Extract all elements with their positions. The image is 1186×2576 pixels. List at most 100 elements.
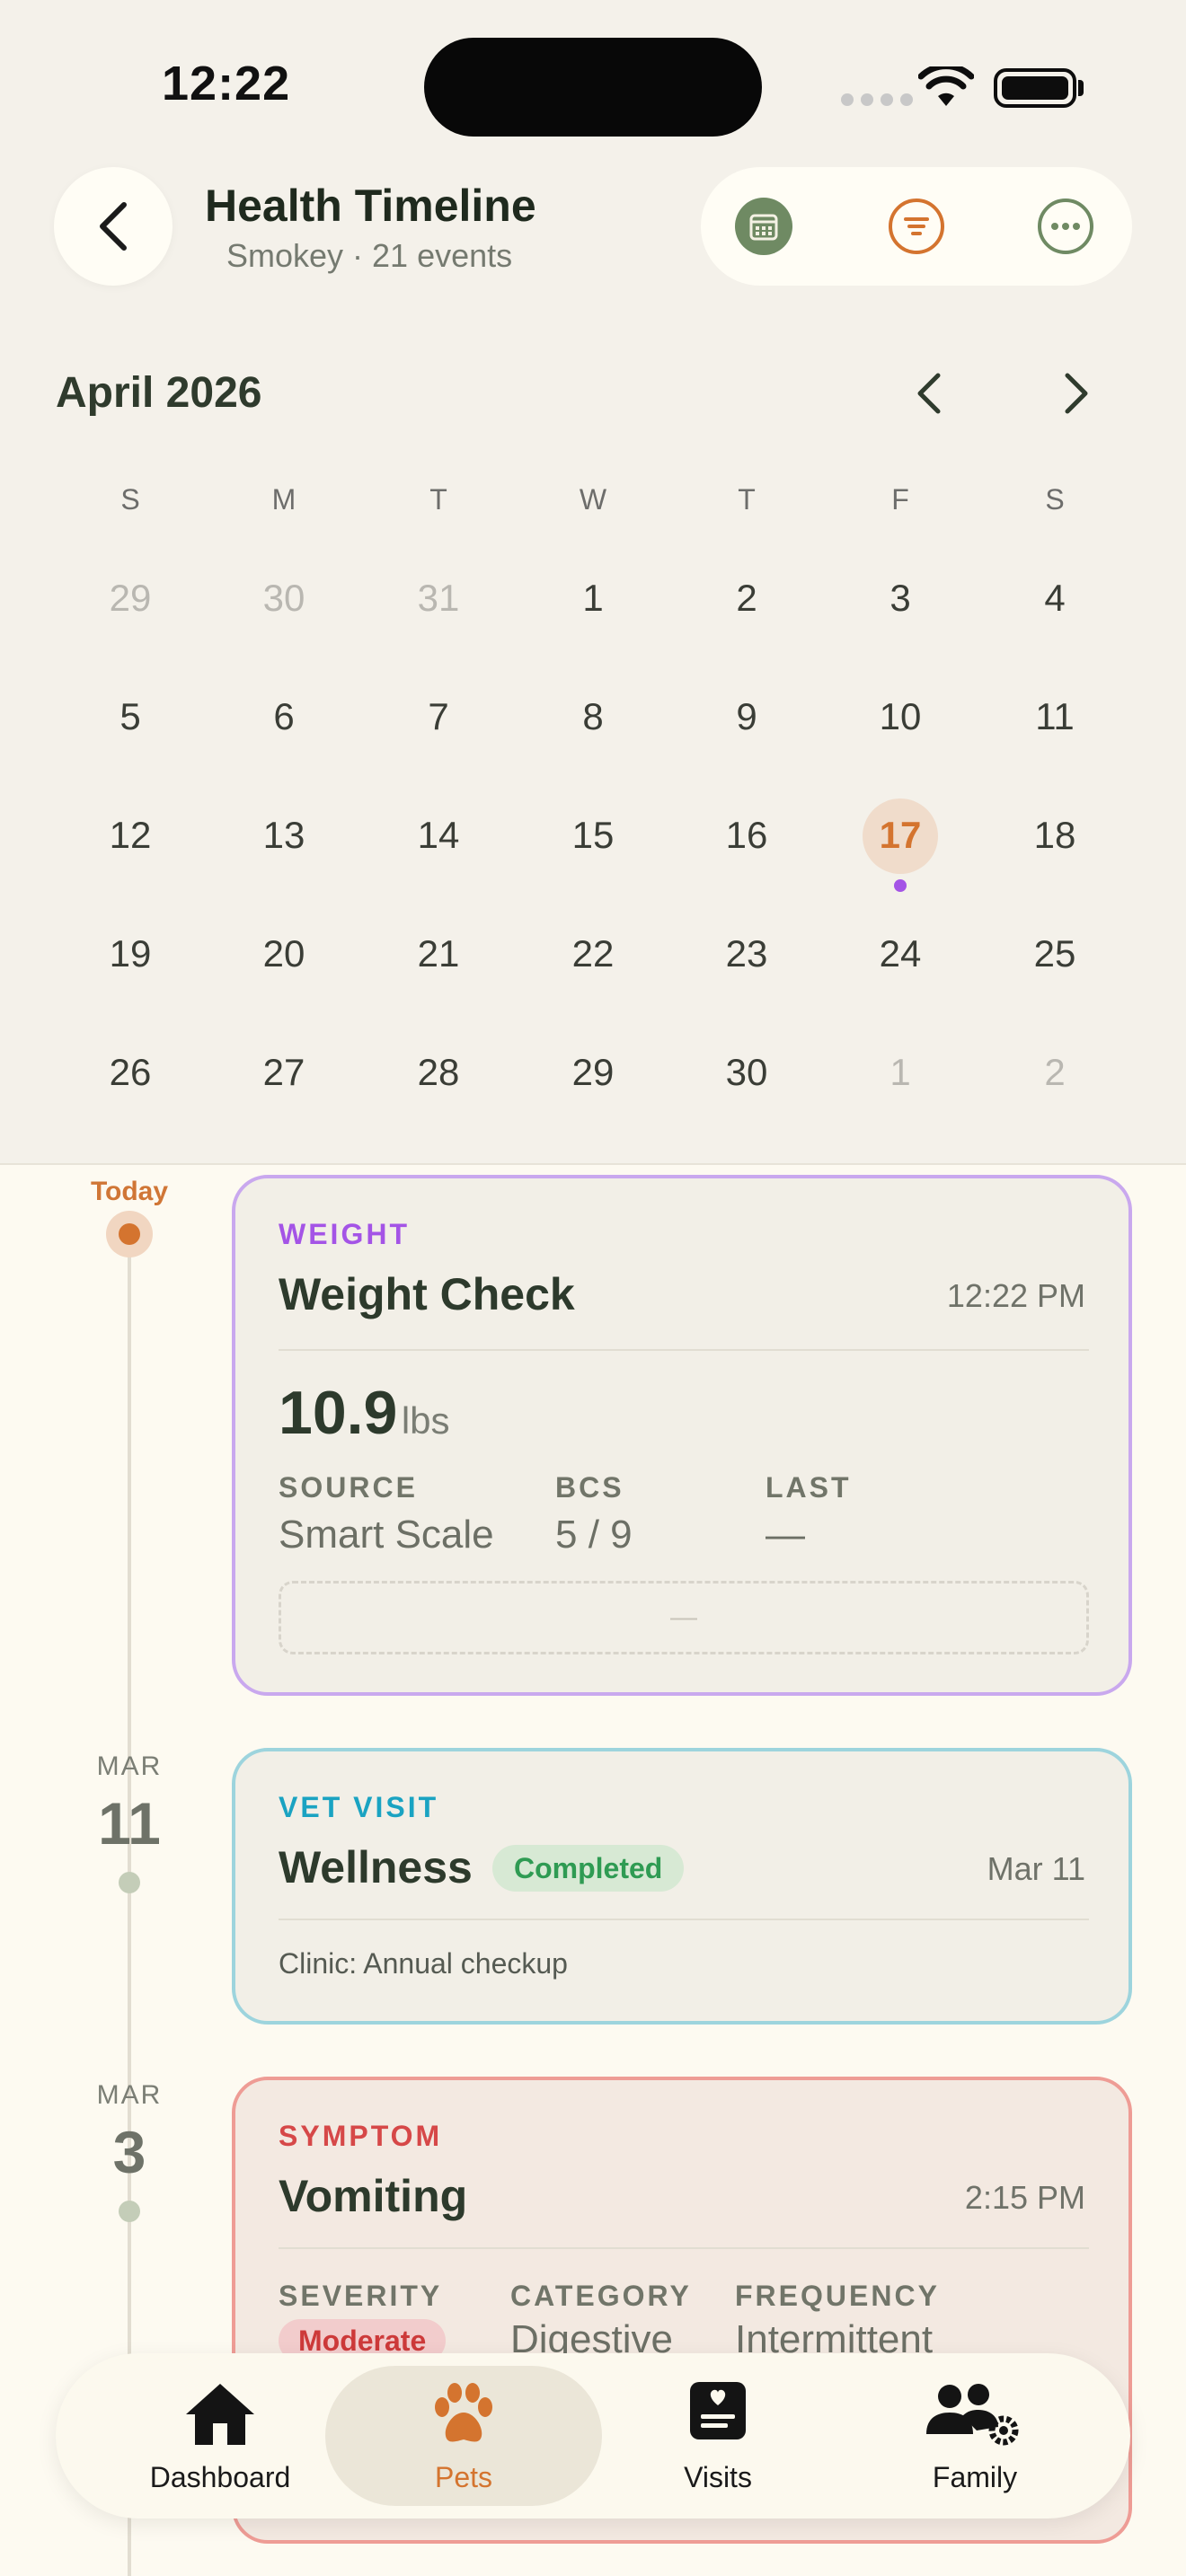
tab-label: Dashboard (149, 2461, 291, 2493)
calendar-day[interactable]: 1 (539, 577, 647, 620)
card-divider (279, 1919, 1089, 1920)
calendar-day[interactable]: 11 (1001, 695, 1109, 738)
event-title: Wellness (279, 1842, 473, 1892)
weight-value: 10.9 (279, 1379, 398, 1447)
event-title: Weight Check (279, 1269, 575, 1319)
calendar-icon[interactable] (735, 198, 792, 255)
event-category: WEIGHT (279, 1218, 410, 1250)
back-button[interactable] (54, 167, 173, 286)
card-divider (279, 1349, 1089, 1351)
weekday-label: T (429, 483, 447, 516)
weekday-label: M (271, 483, 296, 516)
tab-label: Visits (684, 2461, 752, 2493)
chevron-left-icon (100, 202, 127, 251)
event-category: VET VISIT (279, 1791, 439, 1823)
calendar-day[interactable]: 18 (1001, 814, 1109, 857)
calendar-day[interactable]: 15 (539, 814, 647, 857)
weight-event-card[interactable]: WEIGHT Weight Check 12:22 PM 10.9 lbs SO… (232, 1175, 1132, 1696)
calendar-day[interactable]: 30 (693, 1051, 801, 1094)
calendar-day[interactable]: 1 (846, 1051, 954, 1094)
calendar-day[interactable]: 21 (385, 932, 492, 975)
calendar-day[interactable]: 19 (76, 932, 184, 975)
event-time: 12:22 PM (946, 1277, 1085, 1314)
calendar-day[interactable]: 8 (539, 695, 647, 738)
dynamic-island (424, 38, 762, 137)
calendar-day[interactable]: 25 (1001, 932, 1109, 975)
event-indicator-dot (894, 879, 907, 892)
paw-icon (435, 2383, 492, 2442)
timeline-day-label: 11 (98, 1790, 161, 1857)
calendar-day[interactable]: 30 (230, 577, 338, 620)
timeline-month-label: MAR (96, 1751, 163, 1781)
weekday-label: T (738, 483, 756, 516)
calendar-day[interactable]: 2 (693, 577, 801, 620)
event-date: Mar 11 (987, 1850, 1085, 1887)
timeline-today-label: Today (90, 1177, 169, 1206)
more-options-icon[interactable] (1037, 198, 1094, 255)
tab-family[interactable]: Family (845, 2353, 1105, 2519)
calendar-day-selected[interactable]: 17 (846, 814, 954, 857)
calendar-day[interactable]: 5 (76, 695, 184, 738)
calendar-day[interactable]: 28 (385, 1051, 492, 1094)
filter-icon[interactable] (888, 198, 945, 255)
timeline-dot (119, 1872, 140, 1893)
family-settings-icon (926, 2384, 1019, 2446)
bottom-tab-bar: Dashboard Pets Visits Family (56, 2353, 1130, 2519)
calendar-day[interactable]: 3 (846, 577, 954, 620)
calendar-day[interactable]: 24 (846, 932, 954, 975)
calendar-day[interactable]: 10 (846, 695, 954, 738)
calendar-day[interactable]: 9 (693, 695, 801, 738)
page-title: Health Timeline (205, 181, 536, 231)
weekday-label: S (1045, 483, 1065, 516)
header-actions (701, 167, 1132, 286)
vet-visit-event-card[interactable]: VET VISIT Wellness Completed Mar 11 Clin… (232, 1748, 1132, 2025)
tab-pets[interactable]: Pets (333, 2353, 594, 2519)
timeline-today-dot (119, 1223, 140, 1245)
calendar-day[interactable]: 12 (76, 814, 184, 857)
tab-label: Family (932, 2461, 1018, 2493)
calendar-day[interactable]: 23 (693, 932, 801, 975)
calendar-day[interactable]: 4 (1001, 577, 1109, 620)
event-time: 2:15 PM (964, 2179, 1085, 2216)
calendar-day[interactable]: 6 (230, 695, 338, 738)
status-time: 12:22 (162, 57, 291, 110)
weight-reading: 10.9 lbs (279, 1378, 450, 1448)
calendar-day[interactable]: 14 (385, 814, 492, 857)
page-subtitle: Smokey · 21 events (226, 237, 513, 274)
source-value: Smart Scale (279, 1513, 494, 1557)
calendar-day[interactable]: 31 (385, 577, 492, 620)
calendar-day[interactable]: 2 (1001, 1051, 1109, 1094)
calendar-day[interactable]: 26 (76, 1051, 184, 1094)
home-icon (186, 2384, 254, 2445)
last-value: — (766, 1513, 805, 1557)
calendar-day[interactable]: 7 (385, 695, 492, 738)
status-badge: Completed (492, 1845, 685, 1892)
event-title: Vomiting (279, 2171, 468, 2221)
medical-record-icon (690, 2382, 746, 2439)
calendar-day[interactable]: 13 (230, 814, 338, 857)
weekday-label: S (120, 483, 140, 516)
clinic-note: Clinic: Annual checkup (279, 1947, 568, 1980)
calendar-day[interactable]: 22 (539, 932, 647, 975)
calendar-day[interactable]: 20 (230, 932, 338, 975)
next-month-chevron-icon[interactable] (1053, 368, 1098, 419)
calendar-day[interactable]: 29 (539, 1051, 647, 1094)
category-label: CATEGORY (510, 2280, 692, 2312)
wifi-icon (918, 66, 974, 106)
bcs-label: BCS (555, 1471, 624, 1504)
weekday-label: F (891, 483, 909, 516)
tab-dashboard[interactable]: Dashboard (90, 2353, 350, 2519)
calendar-day[interactable]: 27 (230, 1051, 338, 1094)
calendar-day[interactable]: 29 (76, 577, 184, 620)
weight-unit: lbs (401, 1399, 450, 1442)
weekday-label: W (579, 483, 607, 516)
event-category: SYMPTOM (279, 2120, 443, 2152)
last-label: LAST (766, 1471, 852, 1504)
calendar-day[interactable]: 16 (693, 814, 801, 857)
timeline-dot (119, 2201, 140, 2222)
bcs-value: 5 / 9 (555, 1513, 633, 1557)
previous-month-chevron-icon[interactable] (907, 368, 952, 419)
frequency-label: FREQUENCY (735, 2280, 940, 2312)
tab-visits[interactable]: Visits (588, 2353, 848, 2519)
source-label: SOURCE (279, 1471, 418, 1504)
